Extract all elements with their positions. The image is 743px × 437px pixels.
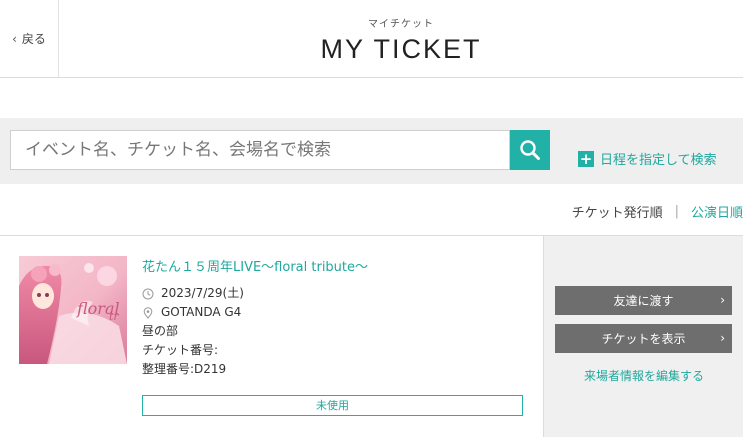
page-subtitle: マイチケット (368, 19, 434, 30)
chevron-right-icon: › (720, 331, 725, 345)
svg-text:tr: tr (109, 310, 119, 323)
ticket-actions: 友達に渡す › チケットを表示 › 来場者情報を編集する (543, 236, 743, 437)
date-search-link[interactable]: + 日程を指定して検索 (578, 149, 717, 168)
status-badge: 未使用 (142, 395, 523, 416)
plus-icon: + (578, 149, 594, 168)
search-bar: + 日程を指定して検索 (0, 118, 743, 184)
ticket-number: チケット番号: (142, 343, 219, 357)
event-date-row: 2023/7/29(土) (142, 284, 522, 303)
back-button[interactable]: ‹ 戻る (0, 0, 59, 77)
chevron-right-icon: › (720, 293, 725, 307)
back-label: 戻る (21, 32, 46, 46)
sort-performance-order[interactable]: 公演日順 (691, 202, 743, 221)
show-ticket-label: チケットを表示 (601, 332, 686, 346)
event-title[interactable]: 花たん１５周年LIVE～floral tribute～ (142, 256, 522, 276)
search-button[interactable] (510, 130, 550, 170)
location-pin-icon (143, 306, 153, 319)
chevron-left-icon: ‹ (12, 31, 17, 46)
ticket-info: 花たん１５周年LIVE～floral tribute～ 2023/7/29(土)… (142, 256, 522, 379)
transfer-to-friend-button[interactable]: 友達に渡す › (555, 286, 732, 315)
show-ticket-button[interactable]: チケットを表示 › (555, 324, 732, 353)
event-session: 昼の部 (142, 324, 179, 338)
date-search-label: 日程を指定して検索 (600, 153, 717, 168)
page-title: MY TICKET (320, 34, 482, 64)
transfer-label: 友達に渡す (613, 294, 674, 308)
search-input[interactable] (10, 130, 510, 170)
entry-number: 整理番号:D219 (142, 362, 227, 376)
clock-icon (142, 288, 154, 299)
ticket-card: floral tr 花たん１５周年LIVE～floral tribute～ 20… (0, 235, 743, 437)
sort-options: チケット発行順 | 公演日順 (572, 202, 743, 221)
sort-issue-order[interactable]: チケット発行順 (572, 202, 663, 221)
event-venue-row: GOTANDA G4 (142, 303, 522, 322)
edit-visitor-info-link[interactable]: 来場者情報を編集する (544, 367, 743, 384)
page-header: ‹ 戻る マイチケット MY TICKET (0, 0, 743, 78)
search-icon (520, 140, 540, 160)
sort-separator: | (674, 204, 679, 219)
event-thumbnail[interactable]: floral tr (19, 256, 127, 364)
event-date: 2023/7/29(土) (161, 286, 244, 300)
event-venue: GOTANDA G4 (161, 305, 242, 319)
